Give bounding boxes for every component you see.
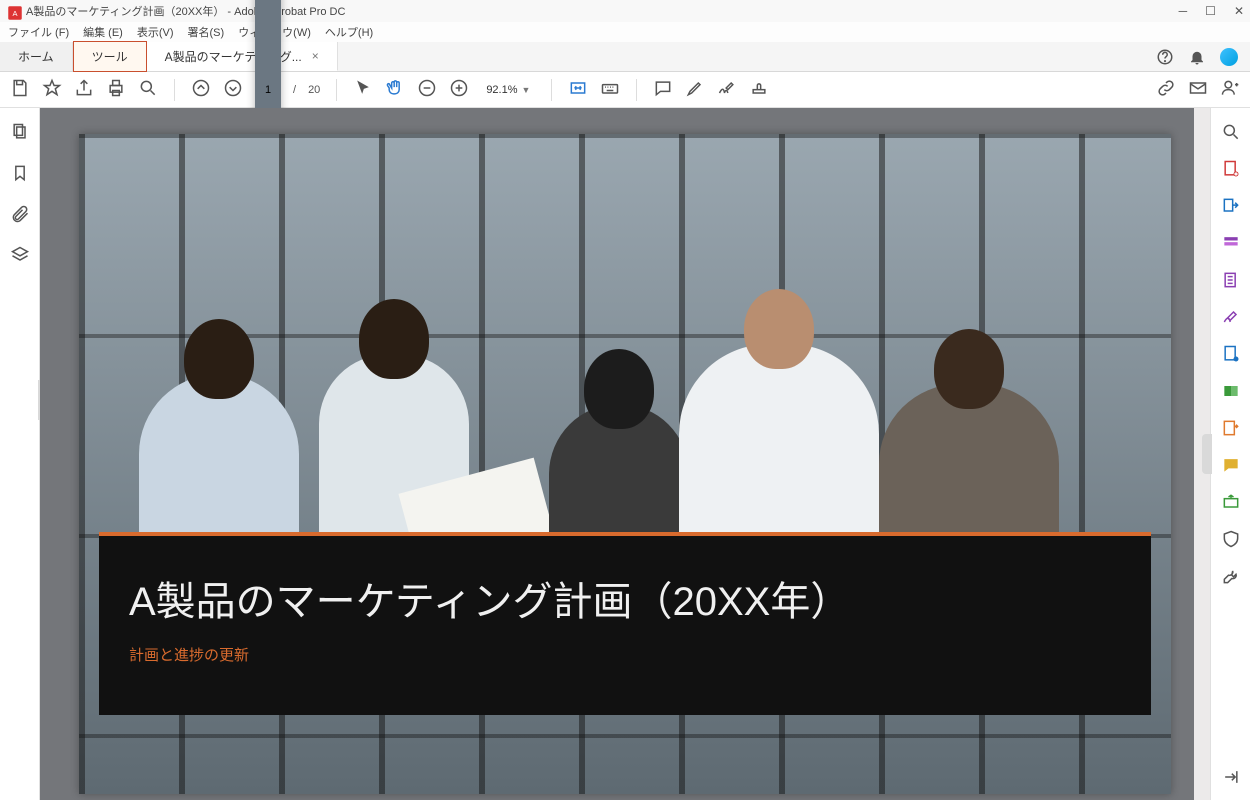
window-title: A製品のマーケティング計画（20XX年） - Adobe Acrobat Pro… (26, 3, 1179, 19)
edit-pdf-icon[interactable] (1221, 233, 1241, 256)
share-icon[interactable] (74, 78, 94, 101)
invite-user-icon[interactable] (1220, 78, 1240, 101)
highlight-icon[interactable] (685, 78, 705, 101)
zoom-level: 92.1% (486, 84, 517, 96)
svg-text:A: A (12, 9, 17, 18)
fit-width-icon[interactable] (568, 78, 588, 101)
send-for-comments-icon[interactable] (1221, 492, 1241, 515)
right-tools-rail (1210, 108, 1250, 800)
sign-icon[interactable] (717, 78, 737, 101)
document-title: A製品のマーケティング計画（20XX年） (129, 576, 1121, 628)
tab-home-label: ホーム (18, 48, 54, 65)
bookmark-icon[interactable] (10, 163, 30, 186)
minimize-button[interactable]: ─ (1179, 4, 1188, 18)
zoom-dropdown[interactable]: 92.1% ▼ (481, 81, 535, 99)
tab-home[interactable]: ホーム (0, 42, 73, 71)
page-up-icon[interactable] (191, 78, 211, 101)
app-icon: A (6, 4, 20, 18)
page-sep: / (293, 84, 296, 96)
search-icon[interactable] (138, 78, 158, 101)
comment-panel-icon[interactable] (1221, 455, 1241, 478)
expand-rail-icon[interactable] (1221, 767, 1241, 790)
pdf-page: A製品のマーケティング計画（20XX年） 計画と進捗の更新 (79, 134, 1171, 794)
fill-sign-icon[interactable] (1221, 307, 1241, 330)
save-icon[interactable] (10, 78, 30, 101)
tab-strip: ホーム ツール A製品のマーケティング... × (0, 42, 1250, 72)
chevron-down-icon: ▼ (522, 85, 531, 95)
combine-files-icon[interactable] (1221, 381, 1241, 404)
layers-icon[interactable] (10, 245, 30, 268)
zoom-out-icon[interactable] (417, 78, 437, 101)
create-pdf-icon[interactable] (1221, 159, 1241, 182)
thumbnails-icon[interactable] (10, 122, 30, 145)
export-pdf-icon[interactable] (1221, 196, 1241, 219)
account-avatar[interactable] (1220, 48, 1238, 66)
link-share-icon[interactable] (1156, 78, 1176, 101)
comment-icon[interactable] (653, 78, 673, 101)
document-subtitle: 計画と進捗の更新 (129, 644, 1121, 665)
page-total: 20 (308, 84, 320, 96)
keyboard-icon[interactable] (600, 78, 620, 101)
title-block: A製品のマーケティング計画（20XX年） 計画と進捗の更新 (99, 532, 1151, 715)
help-icon[interactable] (1156, 48, 1174, 66)
hand-tool-icon[interactable] (385, 78, 405, 101)
organize-icon[interactable] (1221, 418, 1241, 441)
tab-tools-label: ツール (92, 48, 128, 65)
document-canvas[interactable]: A製品のマーケティング計画（20XX年） 計画と進捗の更新 (40, 108, 1210, 800)
notifications-icon[interactable] (1188, 48, 1206, 66)
window-titlebar: A A製品のマーケティング計画（20XX年） - Adobe Acrobat P… (0, 0, 1250, 22)
tab-document[interactable]: A製品のマーケティング... × (147, 42, 338, 71)
star-icon[interactable] (42, 78, 62, 101)
toolbar-separator (174, 79, 175, 101)
email-icon[interactable] (1188, 78, 1208, 101)
request-signatures-icon[interactable] (1221, 344, 1241, 367)
zoom-in-icon[interactable] (449, 78, 469, 101)
menu-sign[interactable]: 署名(S) (188, 24, 225, 40)
print-icon[interactable] (106, 78, 126, 101)
more-tools-icon[interactable] (1221, 566, 1241, 589)
tab-close-button[interactable]: × (312, 49, 319, 63)
protect-icon[interactable] (1221, 529, 1241, 552)
tab-tools[interactable]: ツール (73, 41, 147, 72)
menu-help[interactable]: ヘルプ(H) (325, 24, 373, 40)
left-navigation-rail (0, 108, 40, 800)
toolbar-separator (636, 79, 637, 101)
toolbar-separator (336, 79, 337, 101)
attachments-icon[interactable] (10, 204, 30, 227)
stamp-icon[interactable] (749, 78, 769, 101)
menu-edit[interactable]: 編集 (E) (83, 24, 123, 40)
close-window-button[interactable]: ✕ (1234, 4, 1244, 18)
organize-pages-icon[interactable] (1221, 270, 1241, 293)
main-area: A製品のマーケティング計画（20XX年） 計画と進捗の更新 (0, 108, 1250, 800)
toolbar-separator (551, 79, 552, 101)
menu-file[interactable]: ファイル (F) (8, 24, 69, 40)
right-collapse-handle[interactable] (1202, 434, 1212, 474)
menu-bar: ファイル (F) 編集 (E) 表示(V) 署名(S) ウィンドウ(W) ヘルプ… (0, 22, 1250, 42)
search-panel-icon[interactable] (1221, 122, 1241, 145)
maximize-button[interactable]: ☐ (1205, 4, 1216, 18)
page-down-icon[interactable] (223, 78, 243, 101)
menu-view[interactable]: 表示(V) (137, 24, 174, 40)
tab-document-label: A製品のマーケティング... (165, 48, 302, 65)
selection-tool-icon[interactable] (353, 78, 373, 101)
main-toolbar: / 20 92.1% ▼ (0, 72, 1250, 108)
